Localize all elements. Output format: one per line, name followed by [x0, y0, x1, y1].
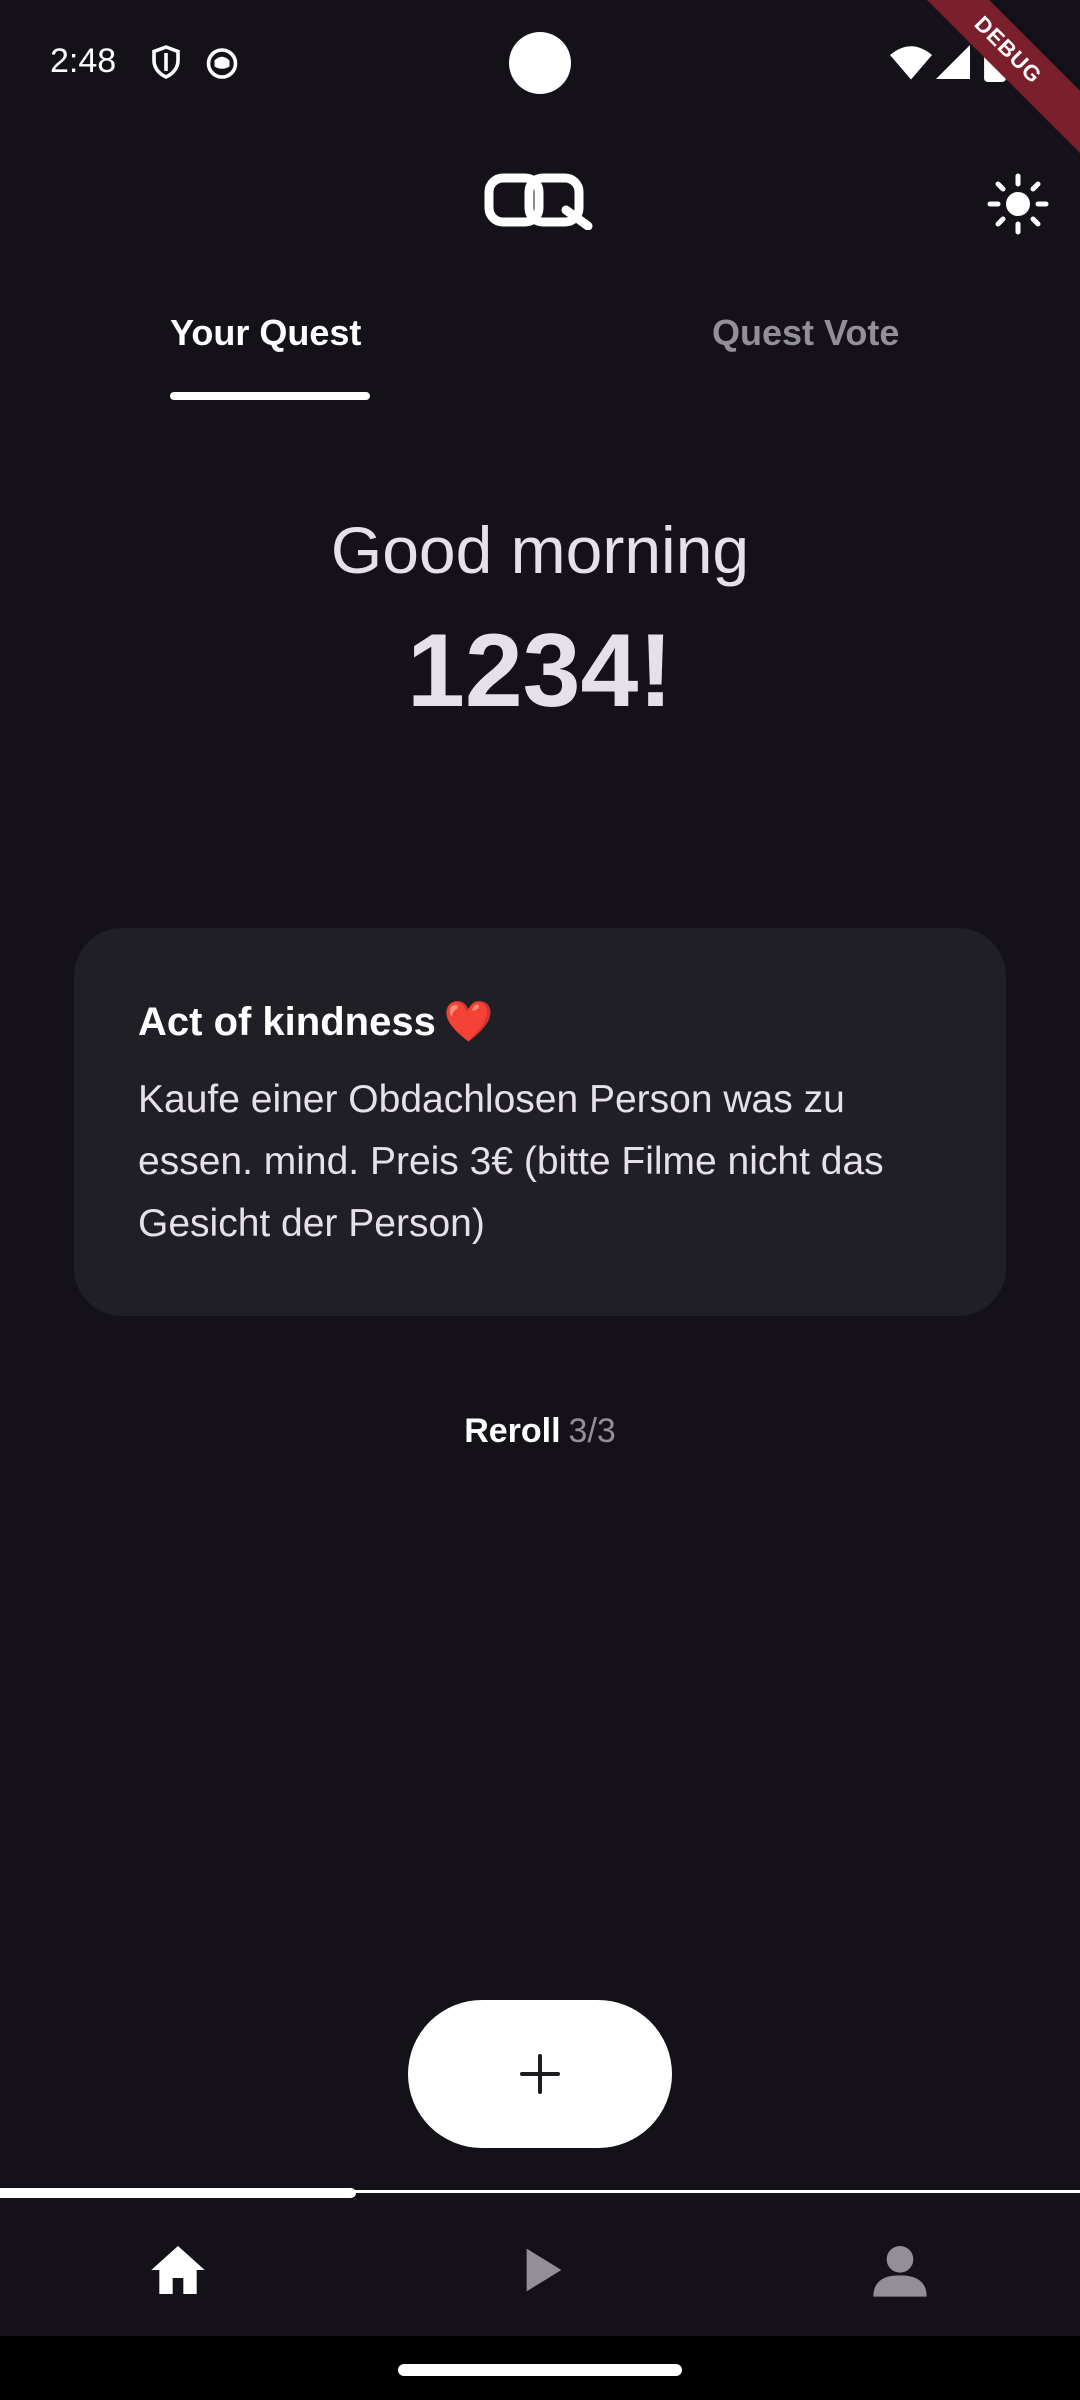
- home-icon[interactable]: [146, 2238, 210, 2302]
- reroll-count: 3/3: [568, 1412, 616, 1450]
- shield-icon: [152, 45, 180, 79]
- quest-title: Act of kindness: [138, 1000, 436, 1044]
- bottom-navigation: [0, 2198, 1080, 2336]
- cat-face-icon: [206, 48, 238, 79]
- plus-icon: [520, 2054, 560, 2094]
- quest-card[interactable]: Act of kindness ❤️ Kaufe einer Obdachlose…: [74, 928, 1006, 1316]
- tab-indicator: [170, 392, 370, 400]
- status-time: 2:48: [50, 42, 117, 80]
- greeting-text: Good morning: [330, 513, 750, 587]
- tab-quest-vote[interactable]: Quest Vote: [712, 312, 899, 354]
- wifi-icon: [890, 46, 932, 80]
- quest-title-row: Act of kindness ❤️: [138, 998, 942, 1045]
- heart-emoji: ❤️: [443, 1000, 494, 1044]
- quest-description: Kaufe einer Obdachlosen Person was zu es…: [138, 1078, 884, 1245]
- person-icon[interactable]: [868, 2238, 932, 2302]
- progress-fill: [0, 2188, 356, 2198]
- reroll-label: Reroll: [464, 1412, 561, 1450]
- front-camera: [509, 32, 571, 94]
- play-icon[interactable]: [508, 2238, 572, 2302]
- home-gesture-handle[interactable]: [398, 2364, 682, 2376]
- tab-your-quest[interactable]: Your Quest: [170, 312, 361, 354]
- sun-icon[interactable]: [986, 172, 1050, 236]
- reroll-button[interactable]: Reroll 3/3: [0, 1412, 1080, 1451]
- app-logo-icon: [484, 173, 593, 230]
- username-text: 1234!: [407, 613, 673, 729]
- cellular-signal-icon: [936, 45, 970, 79]
- add-quest-button[interactable]: [408, 2000, 672, 2148]
